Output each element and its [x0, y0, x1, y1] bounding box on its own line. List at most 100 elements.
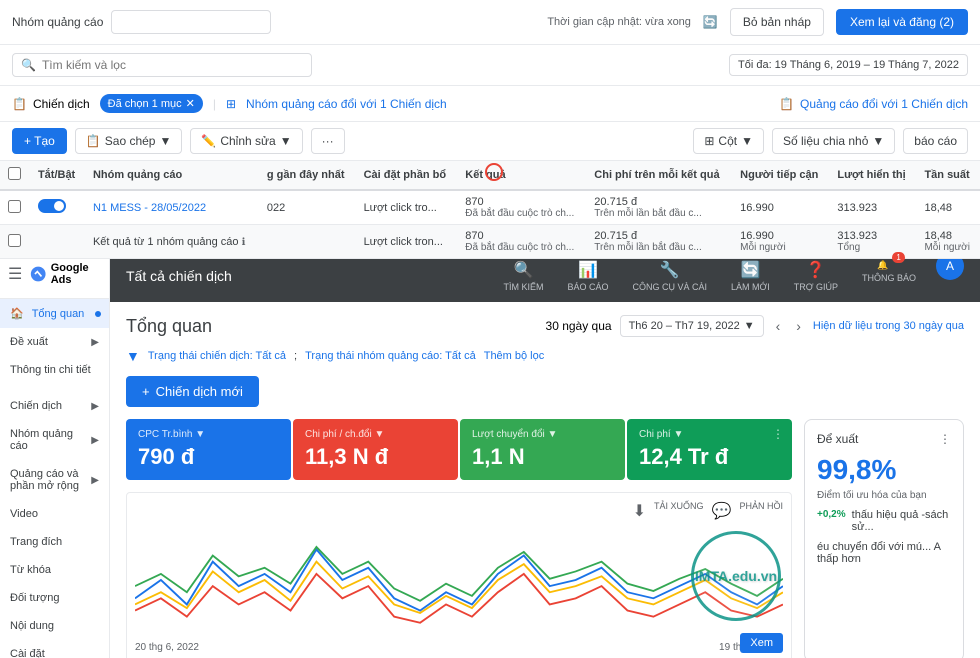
metrics-row: CPC Tr.bình ▼ 790 đ Chi phí / ch.đổi ▼ 1…: [126, 419, 792, 480]
sidebar-item-details[interactable]: Thông tin chi tiết: [0, 356, 109, 384]
toggle-switch[interactable]: [38, 199, 66, 213]
grid-icon: ⊞: [226, 97, 236, 111]
ads-icon: 📋: [779, 97, 794, 111]
overview-dot: [95, 311, 101, 317]
sidebar-item-video[interactable]: Video: [0, 500, 109, 528]
metric-cost-conv-label: Chi phí / ch.đổi ▼: [305, 429, 446, 440]
date-selector: 30 ngày qua Th6 20 – Th7 19, 2022 ▼ ‹ › …: [546, 314, 964, 338]
metric-cost-label: Chi phí ▼: [639, 429, 780, 440]
metric-cost-per-conv[interactable]: Chi phí / ch.đổi ▼ 11,3 N đ: [293, 419, 458, 480]
sidebar-overview-label: Tổng quan: [32, 308, 85, 320]
feedback-label: PHẢN HỒI: [739, 501, 783, 521]
download-icon[interactable]: ⬇: [633, 501, 646, 521]
row2-checkbox[interactable]: [0, 225, 30, 259]
sidebar-item-audience[interactable]: Đối tượng: [0, 584, 109, 612]
suggestion-item-1-text: thấu hiệu quả -sách sử...: [852, 509, 951, 533]
refresh-icon[interactable]: 🔄: [703, 15, 718, 29]
suggestion-header: Để xuất ⋮: [817, 432, 951, 446]
sidebar-item-landing[interactable]: Trang đích: [0, 528, 109, 556]
metric-cpc[interactable]: CPC Tr.bình ▼ 790 đ: [126, 419, 291, 480]
sidebar-item-content[interactable]: Nội dung: [0, 612, 109, 640]
sidebar: ☰ Google Ads 🏠 Tổng quan Đề xuất ▶ Thông…: [0, 250, 110, 658]
search-input[interactable]: [42, 58, 303, 72]
tool-notifications-label: THÔNG BÁO: [862, 273, 916, 283]
adgroups-label: Nhóm quảng cáo: [10, 428, 83, 452]
hint-text[interactable]: Hiện dữ liệu trong 30 ngày qua: [813, 320, 964, 332]
page-title: Tổng quan: [126, 316, 212, 337]
view-button[interactable]: Xem: [740, 633, 783, 653]
row1-cost: 20.715 đTrên mỗi lần bắt đầu c...: [586, 190, 732, 225]
col-name: Nhóm quảng cáo: [85, 161, 259, 190]
search-box[interactable]: 🔍: [12, 53, 312, 77]
sidebar-item-overview[interactable]: 🏠 Tổng quan: [0, 299, 109, 328]
sidebar-item-keywords[interactable]: Từ khóa: [0, 556, 109, 584]
more-button[interactable]: ···: [311, 128, 345, 154]
campaign-badge: 📋 Chiến dịch: [12, 97, 90, 111]
row1-impressions: 313.923: [829, 190, 916, 225]
ads-link[interactable]: Quảng cáo đổi với 1 Chiến dịch: [800, 97, 968, 111]
col-toggle: Tắt/Bật: [30, 161, 85, 190]
edit-button[interactable]: ✏️ Chỉnh sửa ▼: [190, 128, 302, 154]
suggestion-menu[interactable]: ⋮: [939, 432, 951, 446]
metric-chevron: ▼: [872, 134, 884, 148]
metric-cpc-label: CPC Tr.bình ▼: [138, 429, 279, 440]
column-button[interactable]: ⊞ Cột ▼: [693, 128, 764, 154]
suggestion-item-2[interactable]: éu chuyển đổi với mú... A thấp hơn: [817, 541, 951, 565]
metric-cost[interactable]: Chi phí ▼ 12,4 Tr đ ⋮: [627, 419, 792, 480]
suggestion-item-1[interactable]: +0,2% thấu hiệu quả -sách sử...: [817, 509, 951, 533]
watermark: IMTA.edu.vn: [691, 531, 781, 621]
column-icon: ⊞: [704, 134, 714, 148]
metric-menu-icon[interactable]: ⋮: [772, 427, 784, 441]
date-dropdown[interactable]: Th6 20 – Th7 19, 2022 ▼: [620, 315, 764, 337]
top-panel: Nhóm quảng cáo Thời gian cập nhật: vừa x…: [0, 0, 980, 250]
sidebar-item-campaigns[interactable]: Chiến dịch ▶: [0, 392, 109, 420]
row2-freq: 18,48Mỗi người: [916, 225, 980, 259]
selected-badge[interactable]: Đã chọn 1 mục ✕: [100, 94, 203, 113]
review-button[interactable]: Xem lại và đăng (2): [836, 9, 968, 35]
metric-split-button[interactable]: Số liệu chia nhỏ ▼: [772, 128, 895, 154]
filter-group-status[interactable]: Trạng thái nhóm quảng cáo: Tất cả: [305, 350, 476, 362]
row1-setting: Lượt click tro...: [356, 190, 458, 225]
add-filter-button[interactable]: Thêm bộ lọc: [484, 350, 545, 362]
row1-name[interactable]: N1 MESS - 28/05/2022: [85, 190, 259, 225]
score-value: 99,8%: [817, 454, 896, 485]
new-campaign-button[interactable]: + Chiến dịch mới: [126, 376, 259, 407]
tool-report-label: BÁO CÁO: [568, 282, 609, 292]
close-icon[interactable]: ✕: [186, 97, 195, 110]
sidebar-item-settings[interactable]: Cài đặt: [0, 640, 109, 658]
create-button[interactable]: + Tạo: [12, 128, 67, 154]
watermark-text: IMTA.edu.vn: [695, 568, 777, 584]
sidebar-item-adgroups[interactable]: Nhóm quảng cáo ▶: [0, 420, 109, 460]
filter-campaign-status[interactable]: Trạng thái chiến dịch: Tất cả: [148, 350, 286, 362]
table-row: N1 MESS - 28/05/2022 022 Lượt click tro.…: [0, 190, 980, 225]
group-link[interactable]: Nhóm quảng cáo đổi với 1 Chiến dịch: [246, 97, 447, 111]
feedback-icon[interactable]: 💬: [712, 501, 732, 521]
col-freq: Tần suất: [916, 161, 980, 190]
top-bar-right: Thời gian cập nhật: vừa xong 🔄 Bỏ bản nh…: [547, 8, 968, 36]
top-bar-1: Nhóm quảng cáo Thời gian cập nhật: vừa x…: [0, 0, 980, 45]
ads-arrow: ▶: [91, 475, 99, 486]
tool-help-label: TRỢ GIÚP: [794, 282, 838, 292]
date-prev-button[interactable]: ‹: [772, 314, 785, 338]
date-next-button[interactable]: ›: [792, 314, 805, 338]
metric-cpc-value: 790 đ: [138, 444, 279, 470]
copy-icon: 📋: [86, 134, 101, 148]
metric-split-label: Số liệu chia nhỏ: [783, 134, 868, 148]
copy-button[interactable]: 📋 Sao chép ▼: [75, 128, 183, 154]
campaign-icon: 📋: [12, 97, 27, 111]
row1-reach: 16.990: [732, 190, 829, 225]
row1-toggle[interactable]: [30, 190, 85, 225]
adgroups-arrow: ▶: [91, 435, 99, 446]
group-selector[interactable]: [111, 10, 271, 34]
report-button[interactable]: báo cáo: [903, 128, 968, 154]
campaigns-arrow: ▶: [91, 401, 99, 412]
metric-conv-label: Lượt chuyển đổi ▼: [472, 429, 613, 440]
suggestions-label: Đề xuất: [10, 336, 48, 348]
select-all-checkbox[interactable]: [8, 167, 21, 180]
col-result: Kết quả: [457, 161, 586, 190]
draft-button[interactable]: Bỏ bản nháp: [730, 8, 824, 36]
sidebar-item-suggestions[interactable]: Đề xuất ▶: [0, 328, 109, 356]
metric-conversions[interactable]: Lượt chuyển đổi ▼ 1,1 N: [460, 419, 625, 480]
row1-checkbox[interactable]: [0, 190, 30, 225]
sidebar-item-ads[interactable]: Quảng cáo và phần mở rộng ▶: [0, 460, 109, 500]
